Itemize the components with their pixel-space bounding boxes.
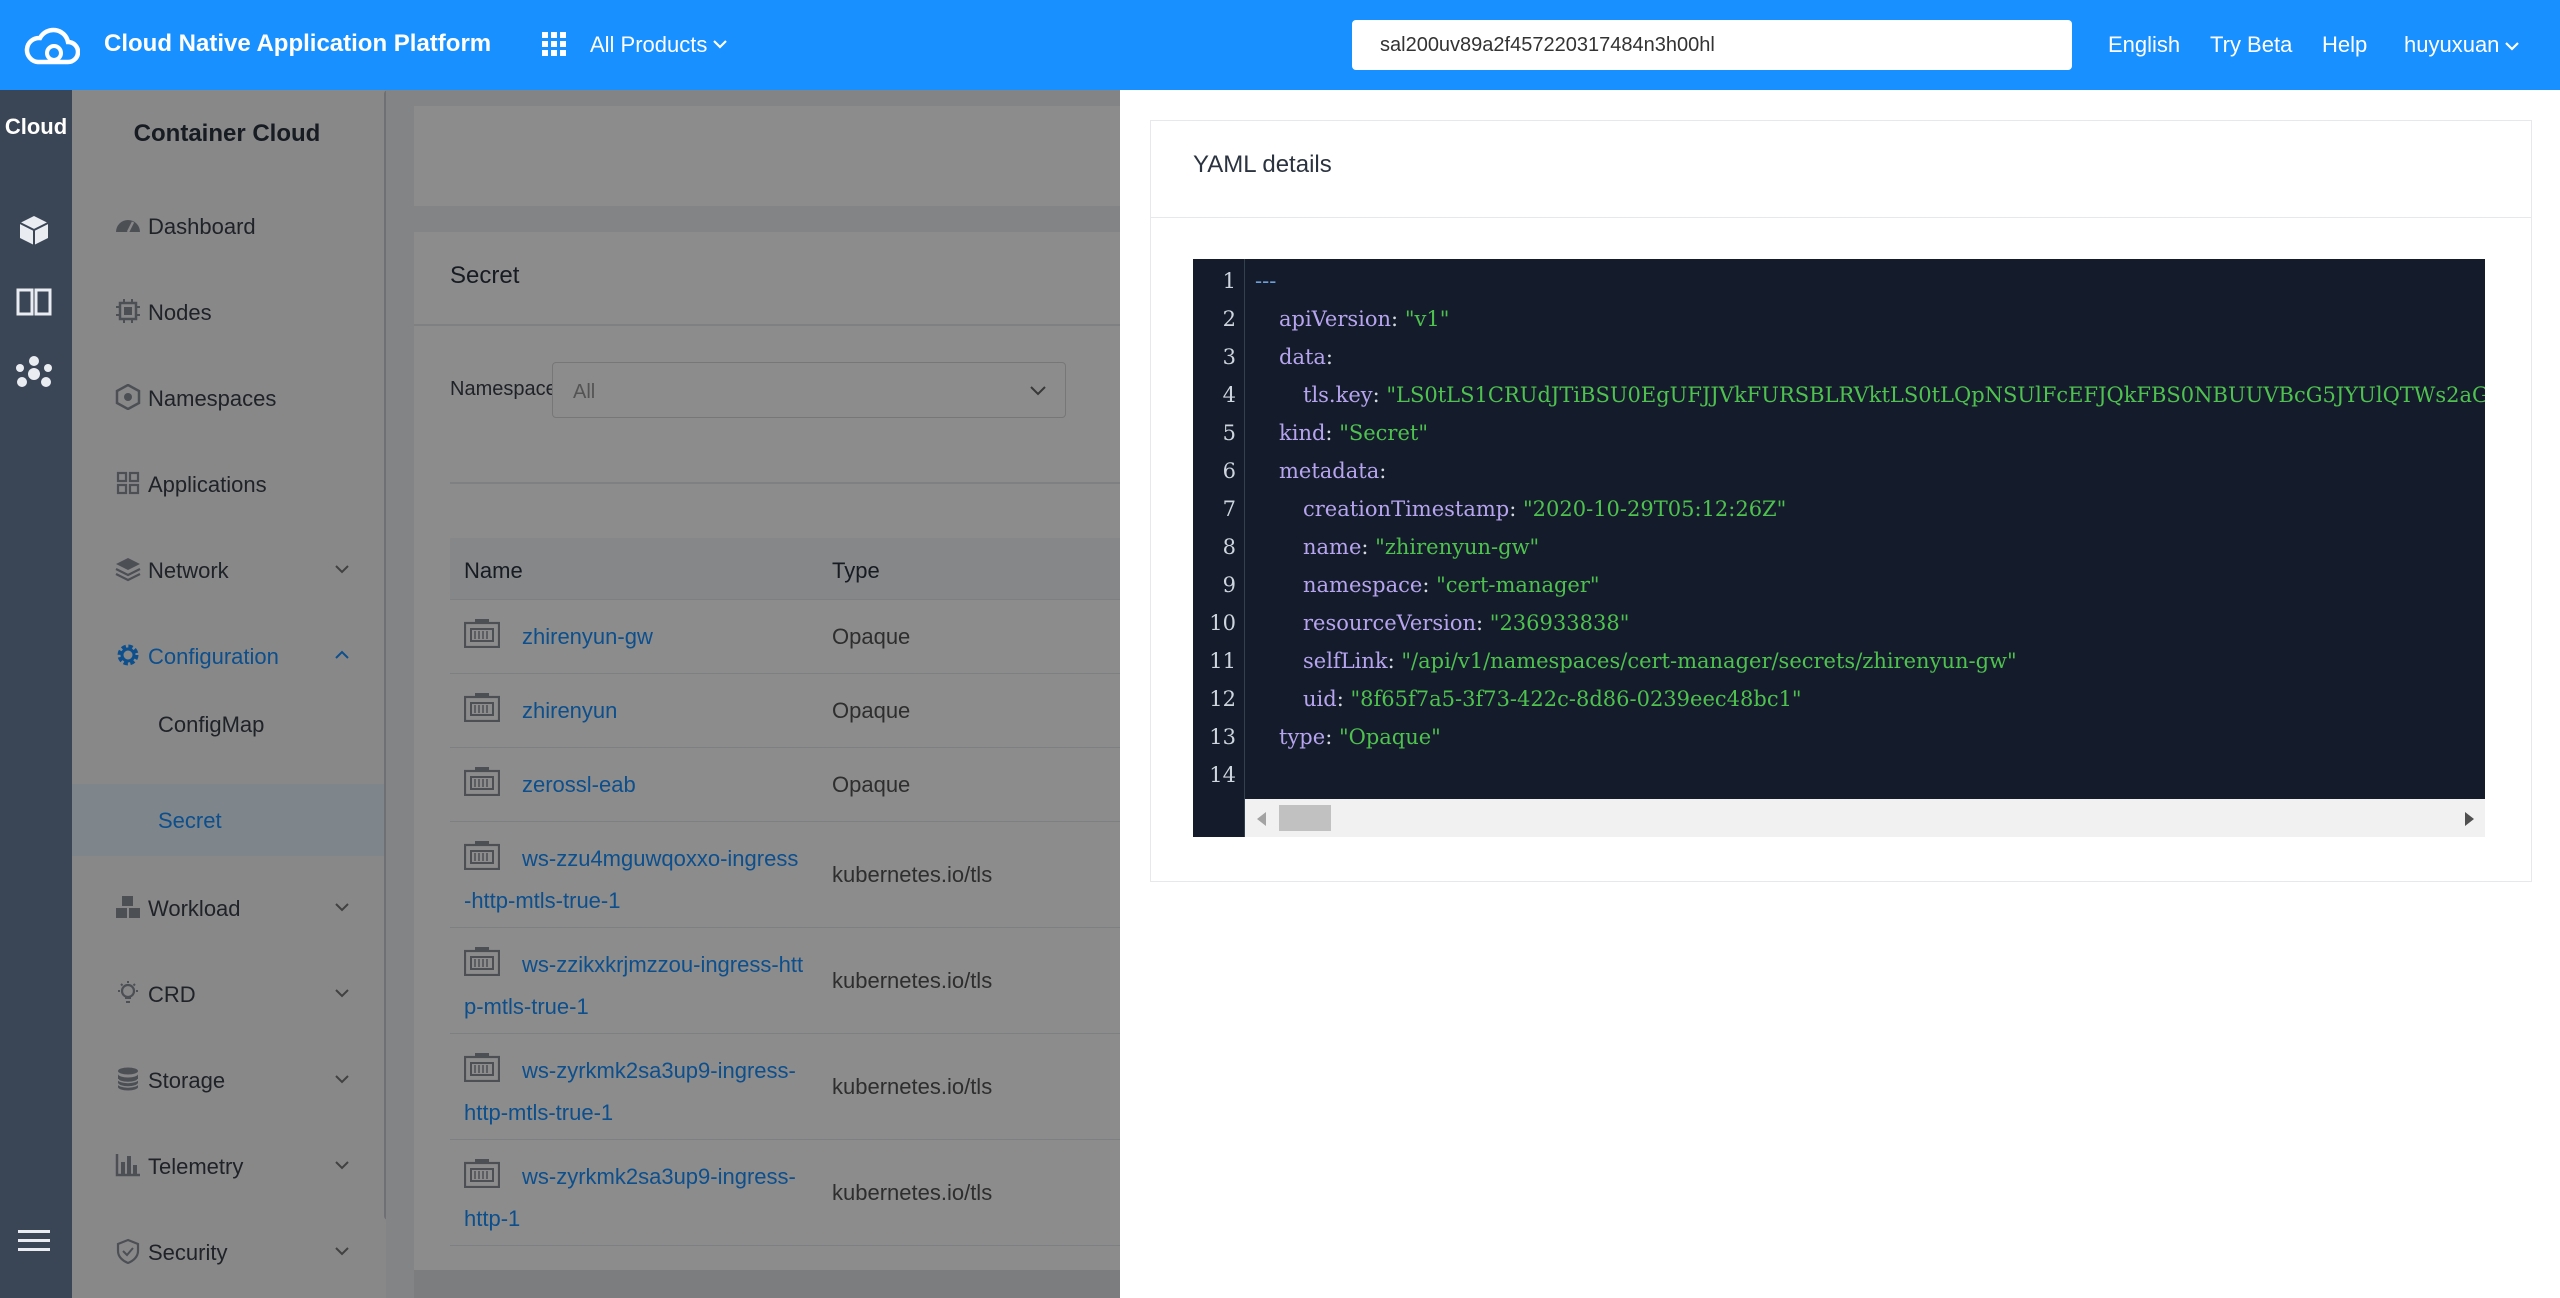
yaml-value: "236933838" xyxy=(1489,611,1630,635)
line-number: 7 xyxy=(1222,497,1236,521)
yaml-key: tls.key xyxy=(1303,383,1373,407)
yaml-value: "8f65f7a5-3f73-422c-8d86-0239eec48bc1" xyxy=(1350,687,1802,711)
line-number: 3 xyxy=(1222,345,1236,369)
help-link[interactable]: Help xyxy=(2322,32,2367,58)
line-number: 5 xyxy=(1222,421,1236,445)
modal-mask[interactable] xyxy=(72,90,1120,1298)
line-number: 10 xyxy=(1209,611,1236,635)
yaml-value: "LS0tLS1CRUdJTiBSU0EgUFJJVkFURSBLRVktLS0… xyxy=(1386,383,2485,407)
yaml-editor[interactable]: 1 2 3 4 5 6 7 8 9 10 11 12 13 14 --- api… xyxy=(1193,259,2485,837)
yaml-colon: : xyxy=(1387,649,1402,673)
line-number: 4 xyxy=(1222,383,1236,407)
line-number: 2 xyxy=(1222,307,1236,331)
line-number: 12 xyxy=(1209,687,1236,711)
yaml-colon: : xyxy=(1325,345,1333,369)
search-input[interactable] xyxy=(1352,20,2072,70)
yaml-colon: : xyxy=(1379,459,1387,483)
user-menu[interactable]: huyuxuan xyxy=(2404,32,2499,58)
yaml-colon: : xyxy=(1325,725,1339,749)
line-number: 9 xyxy=(1222,573,1236,597)
line-number: 14 xyxy=(1209,763,1236,787)
code-line: namespace: "cert-manager" xyxy=(1303,573,1600,597)
cluster-icon[interactable] xyxy=(12,354,56,394)
language-link[interactable]: English xyxy=(2108,32,2180,58)
app-root: Cloud Native Application Platform All Pr… xyxy=(0,0,2560,1298)
yaml-colon: : xyxy=(1509,497,1523,521)
yaml-value: "zhirenyun-gw" xyxy=(1375,535,1540,559)
code-line: resourceVersion: "236933838" xyxy=(1303,611,1629,635)
drawer-title: YAML details xyxy=(1193,151,1332,178)
code-line: kind: "Secret" xyxy=(1279,421,1428,445)
yaml-drawer: YAML details 1 2 3 4 5 6 7 8 9 10 11 12 … xyxy=(1120,90,2560,1298)
yaml-colon: : xyxy=(1476,611,1490,635)
rail-title: Cloud xyxy=(4,114,68,139)
cloud-logo-icon[interactable] xyxy=(24,22,80,68)
code-line: type: "Opaque" xyxy=(1279,725,1441,749)
try-beta-link[interactable]: Try Beta xyxy=(2210,32,2292,58)
doc-start: --- xyxy=(1255,269,1277,293)
divider xyxy=(1151,217,2531,218)
yaml-value: "v1" xyxy=(1404,307,1450,331)
yaml-key: creationTimestamp xyxy=(1303,497,1510,521)
yaml-colon: : xyxy=(1361,535,1376,559)
yaml-key: data xyxy=(1279,345,1326,369)
yaml-code[interactable]: --- apiVersion: "v1" data: tls.key: "LS0… xyxy=(1253,259,2485,799)
code-line: tls.key: "LS0tLS1CRUdJTiBSU0EgUFJJVkFURS… xyxy=(1303,383,2485,407)
yaml-key: resourceVersion xyxy=(1303,611,1477,635)
chevron-down-icon[interactable] xyxy=(2504,40,2520,52)
line-number-gutter: 1 2 3 4 5 6 7 8 9 10 11 12 13 14 xyxy=(1193,259,1245,837)
code-line: name: "zhirenyun-gw" xyxy=(1303,535,1539,559)
code-line: apiVersion: "v1" xyxy=(1279,307,1449,331)
line-number: 6 xyxy=(1222,459,1236,483)
chevron-down-icon[interactable] xyxy=(712,38,728,50)
yaml-colon: : xyxy=(1336,687,1351,711)
yaml-value: "2020-10-29T05:12:26Z" xyxy=(1523,497,1787,521)
apps-grid-icon[interactable] xyxy=(542,32,566,56)
yaml-key: name xyxy=(1303,535,1362,559)
cube-icon[interactable] xyxy=(12,210,56,250)
yaml-value: "Opaque" xyxy=(1338,725,1441,749)
yaml-colon: : xyxy=(1391,307,1405,331)
line-number: 1 xyxy=(1222,269,1236,293)
app-title[interactable]: Cloud Native Application Platform xyxy=(104,30,491,58)
code-line: data: xyxy=(1279,345,1333,369)
yaml-key: namespace xyxy=(1303,573,1423,597)
scrollbar-thumb[interactable] xyxy=(1279,805,1331,831)
yaml-colon: : xyxy=(1372,383,1387,407)
yaml-value: "/api/v1/namespaces/cert-manager/secrets… xyxy=(1401,649,2017,673)
menu-icon[interactable] xyxy=(12,1220,56,1260)
code-line: creationTimestamp: "2020-10-29T05:12:26Z… xyxy=(1303,497,1786,521)
scroll-left-icon[interactable] xyxy=(1257,812,1266,826)
code-line: uid: "8f65f7a5-3f73-422c-8d86-0239eec48b… xyxy=(1303,687,1802,711)
yaml-value: "cert-manager" xyxy=(1436,573,1600,597)
product-rail: Cloud xyxy=(0,90,72,1298)
line-number: 8 xyxy=(1222,535,1236,559)
code-line: metadata: xyxy=(1279,459,1386,483)
yaml-colon: : xyxy=(1422,573,1437,597)
yaml-key: type xyxy=(1279,725,1326,749)
yaml-key: selfLink xyxy=(1303,649,1388,673)
code-line: --- xyxy=(1255,269,1276,293)
line-number: 13 xyxy=(1209,725,1236,749)
yaml-key: kind xyxy=(1279,421,1326,445)
yaml-key: uid xyxy=(1303,687,1337,711)
yaml-key: metadata xyxy=(1279,459,1380,483)
yaml-colon: : xyxy=(1325,421,1340,445)
book-icon[interactable] xyxy=(12,282,56,322)
scroll-right-icon[interactable] xyxy=(2465,812,2474,826)
editor-horizontal-scrollbar[interactable] xyxy=(1245,799,2485,837)
code-line: selfLink: "/api/v1/namespaces/cert-manag… xyxy=(1303,649,2017,673)
line-number: 11 xyxy=(1209,649,1236,673)
yaml-card: YAML details 1 2 3 4 5 6 7 8 9 10 11 12 … xyxy=(1150,120,2532,882)
all-products-menu[interactable]: All Products xyxy=(590,32,707,58)
yaml-value: "Secret" xyxy=(1339,421,1428,445)
yaml-key: apiVersion xyxy=(1279,307,1392,331)
top-bar: Cloud Native Application Platform All Pr… xyxy=(0,0,2560,90)
